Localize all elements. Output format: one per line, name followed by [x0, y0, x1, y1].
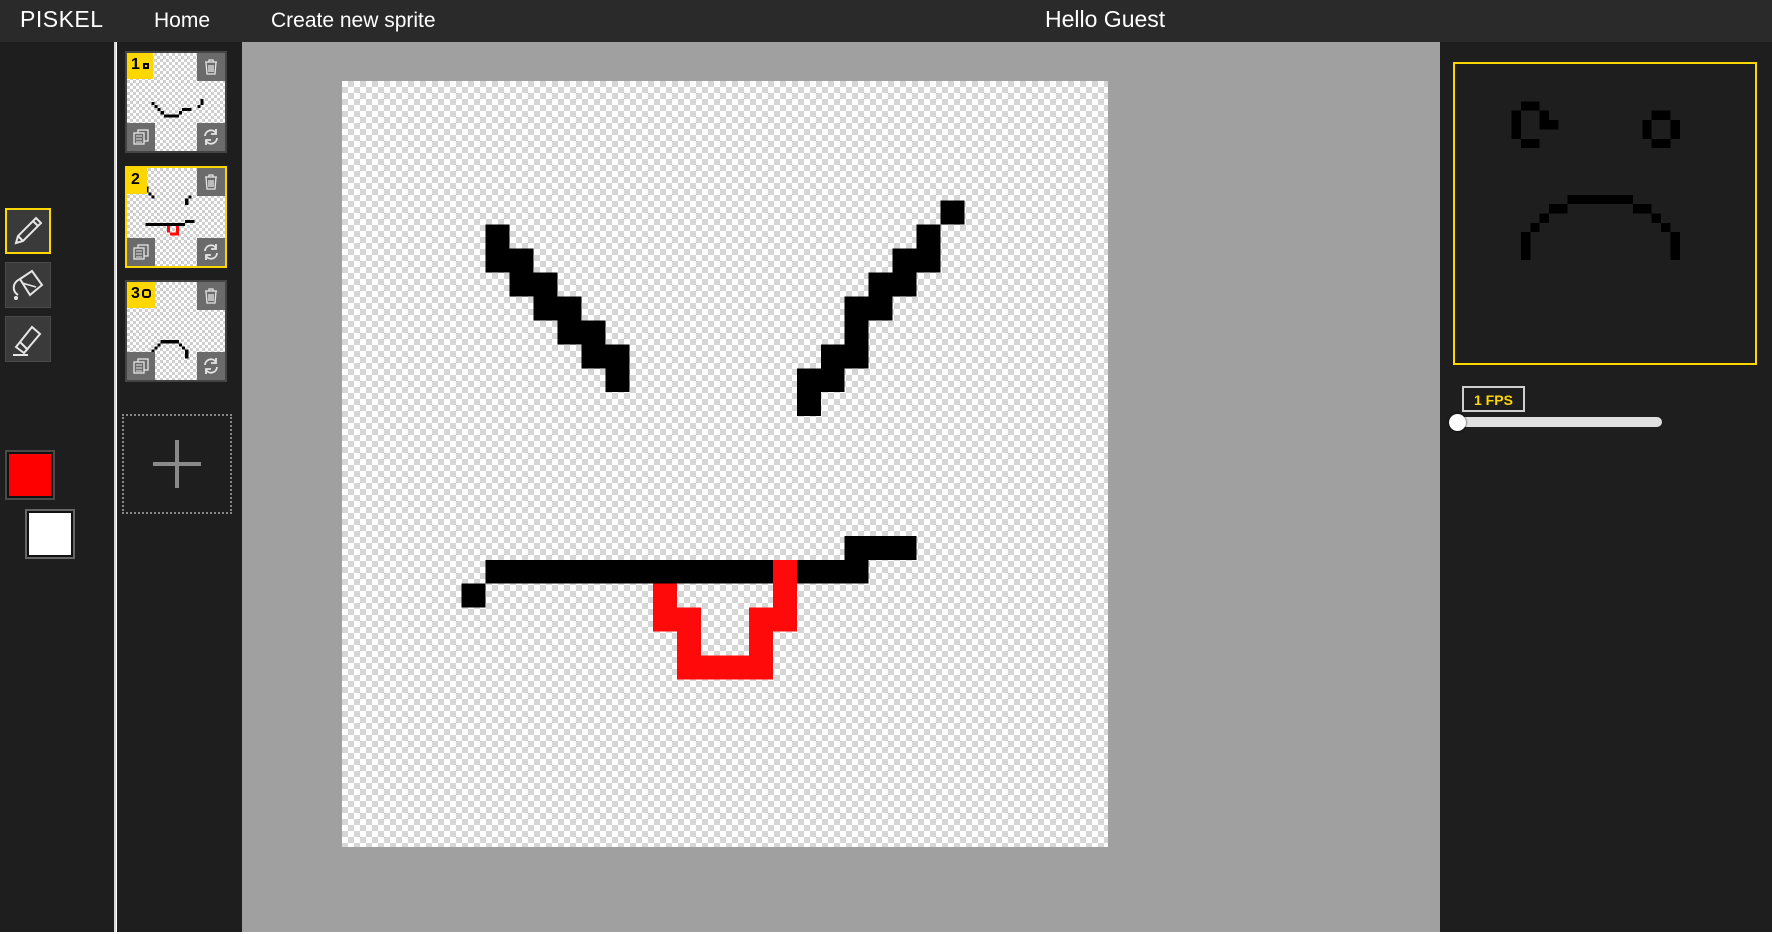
piskel-app: PISKEL Home Create new sprite Hello Gues… [0, 0, 1772, 934]
pen-tool-button[interactable] [5, 208, 51, 254]
nav-home-link[interactable]: Home [154, 9, 210, 33]
animation-preview-panel: 1 FPS [1440, 42, 1772, 934]
delete-frame-button[interactable] [197, 282, 225, 310]
paint-bucket-icon [12, 269, 44, 300]
add-frame-button[interactable] [122, 414, 232, 514]
copy-icon [133, 129, 149, 145]
fps-slider[interactable] [1449, 414, 1662, 431]
move-frame-button[interactable] [197, 238, 225, 266]
frame-number: 2 [127, 168, 147, 194]
delete-frame-button[interactable] [197, 168, 225, 196]
frame-tile-2[interactable]: 2 [125, 166, 227, 268]
trash-icon [205, 174, 217, 190]
frame-tile-1[interactable]: 1 [125, 51, 227, 153]
secondary-color-swatch[interactable] [25, 509, 75, 559]
frame-tile-3[interactable]: 3 [125, 280, 227, 382]
frame-number: 1 [127, 53, 153, 79]
top-navigation-bar: PISKEL Home Create new sprite Hello Gues… [0, 0, 1772, 42]
drawing-canvas[interactable] [342, 81, 1108, 847]
duplicate-frame-button[interactable] [127, 352, 155, 380]
animation-preview [1453, 62, 1757, 365]
drawing-workspace [242, 42, 1440, 934]
refresh-icon [204, 129, 218, 145]
frames-panel: 1 2 3 [117, 42, 242, 934]
delete-frame-button[interactable] [197, 53, 225, 81]
plus-icon [153, 440, 201, 488]
eraser-tool-button[interactable] [5, 316, 51, 362]
tool-palette [0, 42, 116, 934]
fps-slider-handle[interactable] [1449, 414, 1466, 431]
nav-create-sprite-link[interactable]: Create new sprite [271, 9, 436, 33]
pencil-icon [14, 216, 43, 245]
trash-icon [205, 59, 217, 75]
user-greeting: Hello Guest [1045, 6, 1166, 32]
trash-icon [205, 288, 217, 304]
paint-bucket-tool-button[interactable] [5, 262, 51, 308]
eraser-icon [13, 325, 42, 356]
canvas-drawing [461, 200, 965, 680]
refresh-icon [204, 358, 218, 374]
refresh-icon [204, 244, 218, 260]
preview-drawing [1511, 101, 1680, 261]
frame-number: 3 [127, 282, 155, 308]
primary-color-swatch[interactable] [5, 450, 55, 500]
fps-label: 1 FPS [1462, 386, 1525, 412]
copy-icon [133, 358, 149, 374]
brand-logo[interactable]: PISKEL [20, 6, 104, 33]
move-frame-button[interactable] [197, 352, 225, 380]
duplicate-frame-button[interactable] [127, 123, 155, 151]
copy-icon [133, 244, 149, 260]
move-frame-button[interactable] [197, 123, 225, 151]
duplicate-frame-button[interactable] [127, 238, 155, 266]
